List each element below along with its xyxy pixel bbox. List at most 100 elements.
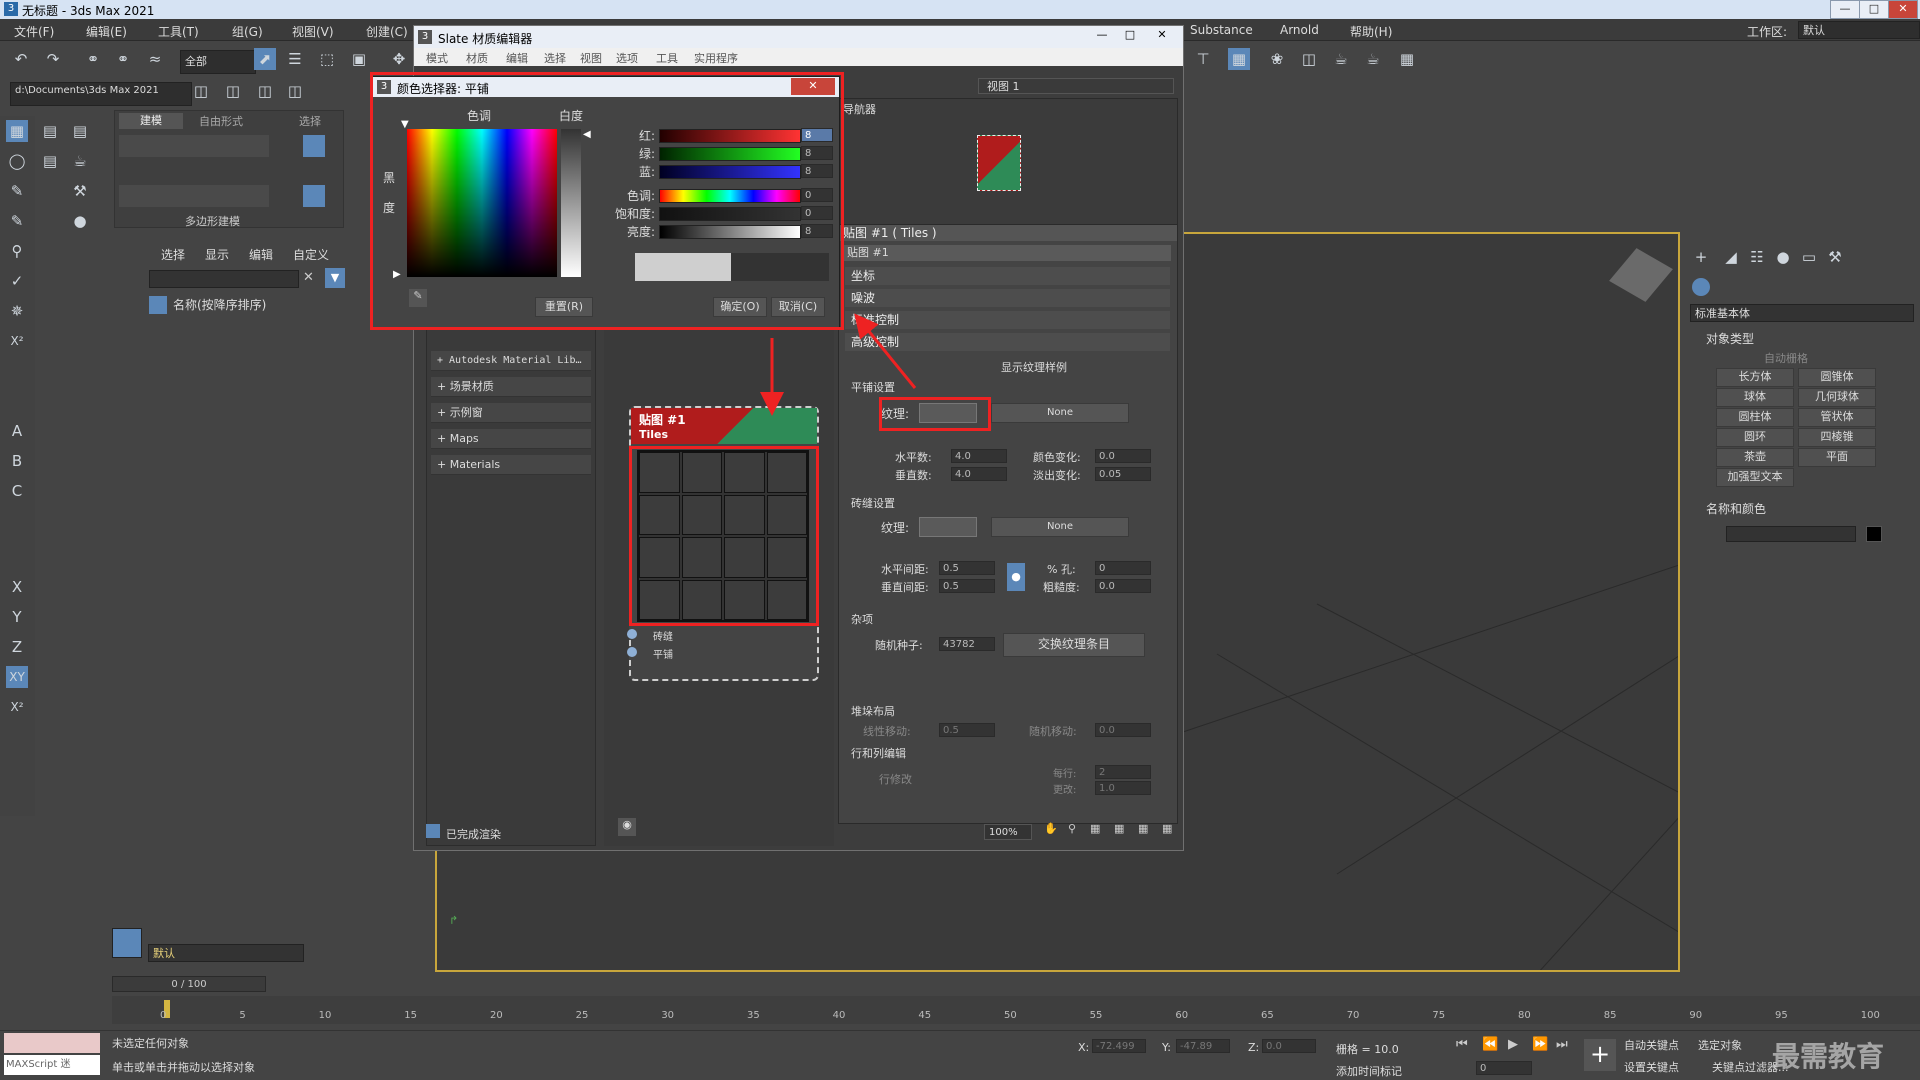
z-coord[interactable]: 0.0	[1262, 1039, 1316, 1053]
object-color-swatch[interactable]	[1866, 526, 1882, 542]
redo-icon[interactable]: ↷	[42, 48, 64, 70]
select-object-icon[interactable]: ⬈	[254, 48, 276, 70]
green-spinner[interactable]: 8	[801, 146, 833, 160]
render-frame-icon[interactable]: ☕	[1330, 48, 1352, 70]
saturation-spinner[interactable]: 0	[801, 206, 833, 220]
cylinder-button[interactable]: 圆柱体	[1716, 408, 1794, 427]
paint-select-icon[interactable]: ✎	[6, 180, 28, 202]
tile-texture-swatch[interactable]	[919, 403, 977, 423]
add-time-tag[interactable]: 添加时间标记	[1336, 1063, 1402, 1079]
filter-icon[interactable]: ▼	[325, 268, 345, 288]
set-key-button[interactable]: 设置关键点	[1624, 1059, 1679, 1075]
rect-region-icon[interactable]: ⬚	[316, 48, 338, 70]
slate-menu-mode[interactable]: 模式	[426, 50, 448, 66]
ribbon-tab-modeling[interactable]: 建模	[119, 113, 183, 129]
text-c-icon[interactable]: C	[6, 480, 28, 502]
ribbon-graphite-icon[interactable]	[303, 135, 325, 157]
link-icon[interactable]: ⚭	[82, 48, 104, 70]
x-coord[interactable]: -72.499	[1092, 1039, 1146, 1053]
render-setup-icon[interactable]: ◫	[1298, 48, 1320, 70]
random-shift-spinner[interactable]: 0.0	[1095, 723, 1151, 737]
name-color-rollout[interactable]: 名称和颜色	[1706, 500, 1766, 517]
color-var-spinner[interactable]: 0.0	[1095, 449, 1151, 463]
next-frame-icon[interactable]: ⏩	[1532, 1037, 1548, 1052]
axis-x2-icon[interactable]: X²	[6, 696, 28, 718]
cancel-button[interactable]: 取消(C)	[771, 297, 825, 317]
snap-icon[interactable]: ⚲	[6, 240, 28, 262]
rough-spinner[interactable]: 0.0	[1095, 579, 1151, 593]
unlink-icon[interactable]: ⚭	[112, 48, 134, 70]
grout-input-socket[interactable]	[627, 629, 637, 639]
menu-help[interactable]: 帮助(H)	[1350, 23, 1392, 40]
value-spinner[interactable]: 8	[801, 224, 833, 238]
zoom-icon[interactable]: ⚲	[1068, 822, 1076, 835]
pen-icon[interactable]: ✓	[6, 270, 28, 292]
saturation-slider[interactable]	[659, 207, 801, 221]
y-coord[interactable]: -47.89	[1176, 1039, 1230, 1053]
fade-var-spinner[interactable]: 0.05	[1095, 467, 1151, 481]
selection-filter-dropdown[interactable]: 全部	[180, 50, 256, 74]
bind-spacewarp-icon[interactable]: ≈	[144, 48, 166, 70]
close-button[interactable]: ✕	[1888, 0, 1918, 19]
layer-icon[interactable]: ▤	[69, 120, 91, 142]
textplus-button[interactable]: 加强型文本	[1716, 468, 1794, 487]
menu-file[interactable]: 文件(F)	[14, 23, 54, 40]
render-grid-icon[interactable]: ▦	[1396, 48, 1418, 70]
sphere-button[interactable]: 球体	[1716, 388, 1794, 407]
explorer-tab-display[interactable]: 显示	[205, 246, 229, 263]
eyedropper-icon[interactable]: ✎	[409, 289, 427, 307]
browser-sample-slots[interactable]: + 示例窗	[431, 403, 591, 423]
time-slider[interactable]: 0 / 100	[112, 976, 266, 992]
blackness-pointer-icon[interactable]: ▶	[393, 269, 401, 280]
menu-create[interactable]: 创建(C)	[366, 23, 408, 40]
goto-start-icon[interactable]: ⏮	[1456, 1037, 1468, 1052]
line-shift-spinner[interactable]: 0.5	[939, 723, 995, 737]
rollout-advanced-controls[interactable]: 高级控制	[845, 333, 1170, 351]
brush-icon[interactable]: ✎	[6, 210, 28, 232]
slate-menu-options[interactable]: 选项	[616, 50, 638, 66]
slate-menu-view[interactable]: 视图	[580, 50, 602, 66]
lock-gap-icon[interactable]: ●	[1007, 563, 1025, 591]
ribbon-group-label[interactable]: 多边形建模	[185, 213, 240, 229]
utilities-tab-icon[interactable]: ⚒	[1824, 246, 1846, 268]
ribbon-tools-row-2[interactable]	[119, 185, 269, 207]
hierarchy-tab-icon[interactable]: ☷	[1746, 246, 1768, 268]
picker-close-button[interactable]: ✕	[791, 78, 835, 95]
display-tab-icon[interactable]: ▭	[1798, 246, 1820, 268]
autogrid-checkbox[interactable]: 自动栅格	[1764, 350, 1808, 366]
hierarchy-icon[interactable]: ▤	[39, 150, 61, 172]
undo-icon[interactable]: ↶	[10, 48, 32, 70]
slate-minimize-button[interactable]: —	[1090, 28, 1114, 44]
reset-button[interactable]: 重置(R)	[535, 297, 593, 317]
hue-blackness-field[interactable]	[407, 129, 557, 277]
pyramid-button[interactable]: 四棱锥	[1798, 428, 1876, 447]
tiles-input-socket[interactable]	[627, 647, 637, 657]
tiles-slot-tiles[interactable]: 平铺	[653, 646, 673, 661]
display-filter-icon[interactable]	[149, 296, 167, 314]
map-name-field[interactable]: 贴图 #1	[843, 245, 1171, 261]
create-tab-icon[interactable]: +	[1690, 246, 1712, 268]
goto-end-icon[interactable]: ⏭	[1556, 1037, 1568, 1052]
scene-explorer-icon[interactable]: ▤	[39, 120, 61, 142]
binoculars-icon[interactable]: ◉	[618, 818, 636, 836]
material-editor-icon[interactable]: ❀	[1266, 48, 1288, 70]
object-name-input[interactable]	[1726, 526, 1856, 542]
rollout-standard-controls[interactable]: 标准控制	[845, 311, 1170, 329]
ribbon-tab-freeform[interactable]: 自由形式	[199, 113, 243, 129]
holes-spinner[interactable]: 0	[1095, 561, 1151, 575]
text-b-icon[interactable]: B	[6, 450, 28, 472]
slate-zoom-dropdown[interactable]: 100%	[984, 824, 1032, 840]
menu-edit[interactable]: 编辑(E)	[86, 23, 127, 40]
slate-close-button[interactable]: ✕	[1150, 28, 1174, 44]
maxscript-listener[interactable]	[4, 1033, 100, 1053]
project-folder-icon[interactable]: ◫	[284, 80, 306, 102]
slate-maximize-button[interactable]: □	[1118, 28, 1142, 44]
selected-dropdown[interactable]: 选定对象	[1698, 1037, 1742, 1053]
green-slider[interactable]	[659, 147, 801, 161]
teapot-button[interactable]: 茶壶	[1716, 448, 1794, 467]
rollout-noise[interactable]: 噪波	[845, 289, 1170, 307]
render-icon[interactable]: ☕	[1362, 48, 1384, 70]
browser-materials[interactable]: + Materials	[431, 455, 591, 475]
tube-button[interactable]: 管状体	[1798, 408, 1876, 427]
grout-texture-swatch[interactable]	[919, 517, 977, 537]
